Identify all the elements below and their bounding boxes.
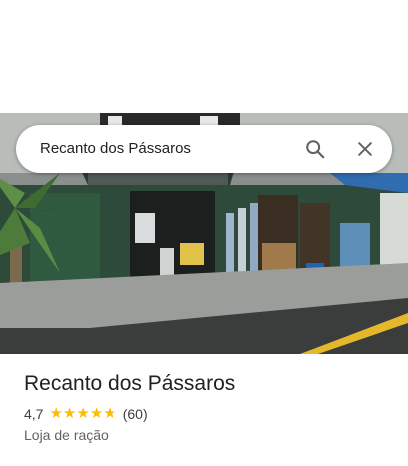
place-category: Loja de ração bbox=[24, 427, 109, 443]
place-title[interactable]: Recanto dos Pássaros bbox=[24, 371, 235, 397]
star-icon: ★ bbox=[62, 405, 77, 422]
star-icon: ★ bbox=[89, 405, 104, 422]
close-icon[interactable] bbox=[353, 137, 377, 161]
search-input[interactable]: Recanto dos Pássaros bbox=[40, 139, 191, 159]
star-icon: ★ bbox=[49, 405, 63, 422]
star-icon: ★ bbox=[76, 405, 90, 422]
search-icon[interactable] bbox=[303, 137, 327, 161]
star-icon: ★ bbox=[103, 405, 117, 422]
review-count[interactable]: (60) bbox=[123, 406, 148, 422]
rating-stars: ★ ★ ★ ★ ★ bbox=[49, 406, 116, 422]
rating-row[interactable]: 4,7 ★ ★ ★ ★ ★ (60) bbox=[24, 404, 148, 424]
rating-value: 4,7 bbox=[24, 406, 44, 422]
search-bar[interactable]: Recanto dos Pássaros bbox=[16, 125, 392, 173]
